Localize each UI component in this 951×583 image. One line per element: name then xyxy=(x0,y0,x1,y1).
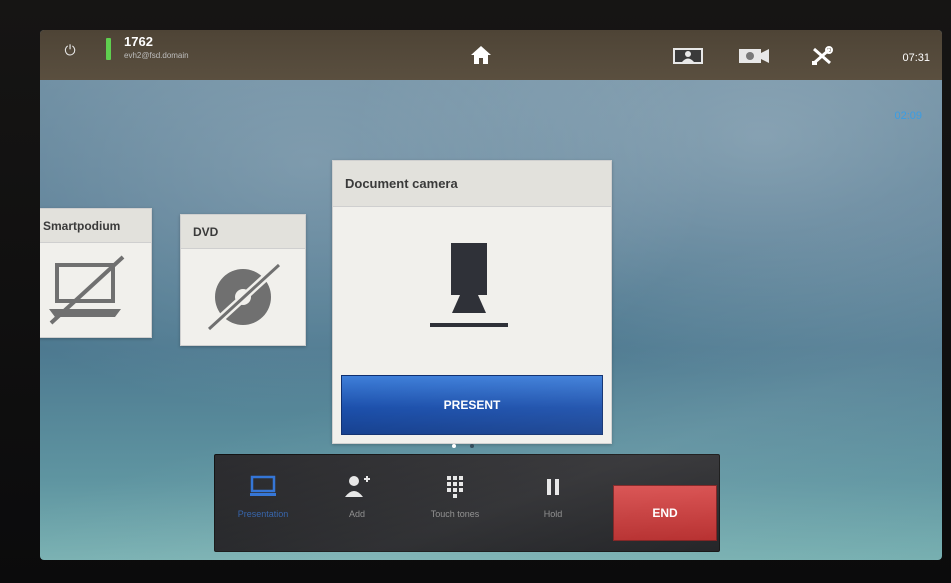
source-card-body xyxy=(181,249,305,345)
home-icon[interactable] xyxy=(470,45,492,65)
source-card-body xyxy=(40,243,151,337)
toolbar-label: Hold xyxy=(543,509,563,519)
site-number: 1762 xyxy=(124,34,153,49)
page-indicator xyxy=(450,442,490,452)
add-participant-icon xyxy=(345,476,370,497)
selfview-icon[interactable] xyxy=(672,46,704,66)
source-card-title: Smartpodium xyxy=(40,209,151,243)
present-button[interactable]: PRESENT xyxy=(341,375,603,435)
toolbar-hold[interactable]: Hold xyxy=(513,467,593,537)
presentation-icon xyxy=(250,475,276,496)
source-card-title: DVD xyxy=(181,215,305,249)
disc-disconnected-icon xyxy=(206,262,282,332)
power-icon[interactable]: ⏻ xyxy=(62,42,78,58)
page-dot xyxy=(470,444,474,448)
keypad-icon xyxy=(447,476,463,498)
page-dot-active xyxy=(452,444,456,448)
source-card-dvd[interactable]: DVD xyxy=(180,214,306,346)
signal-icon xyxy=(106,38,111,60)
call-duration: 02:09 xyxy=(894,110,922,122)
laptop-disconnected-icon xyxy=(49,255,125,325)
settings-icon[interactable] xyxy=(806,46,838,66)
touch-screen: ⏻ 1762 evh2@fsd.domain 07:31 02:09 Smart… xyxy=(40,30,942,560)
document-camera-icon xyxy=(430,243,508,327)
toolbar-touch-tones[interactable]: Touch tones xyxy=(415,467,495,537)
toolbar-add[interactable]: Add xyxy=(317,467,397,537)
camera-icon[interactable] xyxy=(738,46,770,66)
clock: 07:31 xyxy=(902,52,930,64)
site-address: evh2@fsd.domain xyxy=(124,51,189,60)
toolbar-label: Touch tones xyxy=(430,509,480,519)
hold-icon xyxy=(547,479,559,495)
end-call-button[interactable]: END xyxy=(613,485,717,541)
call-toolbar: Presentation Add Touch tones Hold END xyxy=(214,454,720,552)
source-card-body: PRESENT xyxy=(333,207,611,443)
toolbar-label: Presentation xyxy=(237,509,289,519)
toolbar-presentation[interactable]: Presentation xyxy=(223,467,303,537)
top-status-bar: ⏻ 1762 evh2@fsd.domain 07:31 xyxy=(40,30,942,80)
source-card-smartpodium[interactable]: Smartpodium xyxy=(40,208,152,338)
source-card-title: Document camera xyxy=(333,161,611,207)
source-card-document-camera[interactable]: Document camera PRESENT xyxy=(332,160,612,444)
toolbar-label: Add xyxy=(348,509,365,519)
